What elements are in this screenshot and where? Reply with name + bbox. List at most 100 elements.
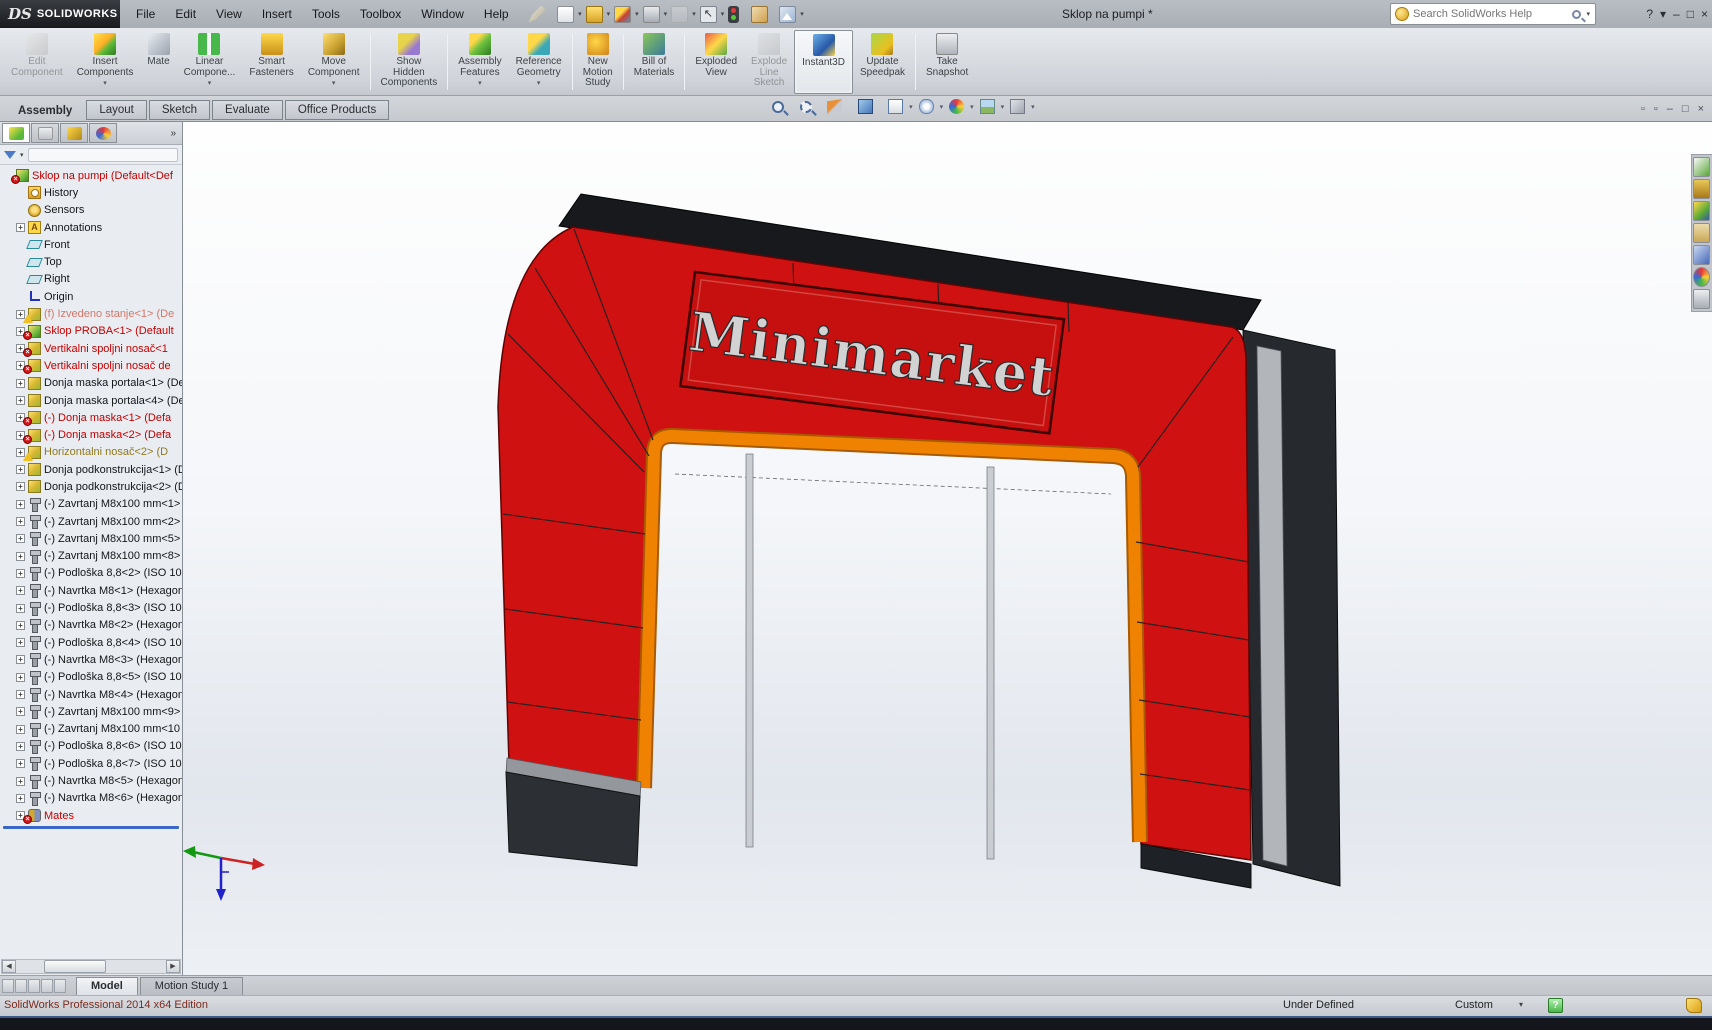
dropdown-caret-icon[interactable]: ▾ [537,79,541,87]
ribbon-button[interactable]: Assembly Features ▾ [451,30,508,94]
expand-toggle[interactable] [16,794,25,803]
expand-toggle[interactable] [16,534,25,543]
help-search-box[interactable]: ▾ [1390,3,1596,25]
doc-close-icon[interactable]: × [1698,101,1704,117]
file-explorer-icon[interactable] [1693,201,1710,221]
expand-toggle[interactable] [16,586,25,595]
tree-item[interactable]: (-) Podloška 8,8<3> (ISO 1066 [2,599,182,616]
doc-restore-icon[interactable]: □ [1682,101,1689,117]
command-tab[interactable]: Office Products [285,100,389,120]
expand-toggle[interactable] [16,759,25,768]
tree-item[interactable]: (f) Izvedeno stanje<1> (De [2,305,182,322]
rebuild-icon[interactable] [728,6,739,23]
feature-manager-tab[interactable] [31,123,59,143]
tree-item[interactable]: Donja podkonstrukcija<2> (D [2,478,182,495]
scenes-icon[interactable] [1693,267,1710,287]
hud-settings-icon[interactable] [1010,99,1025,114]
zoom-area-icon[interactable] [800,101,812,113]
tree-item[interactable]: Sensors [2,202,182,219]
menu-item[interactable]: View [206,0,252,28]
search-caret-icon[interactable]: ▾ [1586,10,1590,18]
menu-item[interactable]: File [126,0,165,28]
panel-chevron-icon[interactable]: » [170,128,180,139]
expand-toggle[interactable] [16,604,25,613]
ribbon-button[interactable]: ▾ [684,34,685,90]
tree-item[interactable]: (-) Donja maska<1> (Defa [2,409,182,426]
tree-item[interactable]: (-) Podloška 8,8<5> (ISO 1066 [2,669,182,686]
tree-item[interactable]: (-) Donja maska<2> (Defa [2,426,182,443]
tree-item[interactable]: (-) Navrtka M8<2> (Hexagon [2,617,182,634]
tree-item[interactable]: Annotations [2,219,182,236]
dropdown-caret-icon[interactable]: ▾ [1031,103,1035,111]
tree-item[interactable]: (-) Podloška 8,8<6> (ISO 1066 [2,738,182,755]
tree-item[interactable]: (-) Zavrtanj M8x100 mm<1> [2,496,182,513]
expand-toggle[interactable] [16,517,25,526]
menu-item[interactable]: Window [411,0,474,28]
command-tab[interactable]: Evaluate [212,100,283,120]
dropdown-caret-icon[interactable]: ▾ [208,79,212,87]
dropdown-caret-icon[interactable]: ▾ [970,103,974,111]
scroll-right-icon[interactable]: ▶ [166,960,180,973]
view-orientation-icon[interactable] [858,99,873,114]
display-style-icon[interactable] [888,99,903,114]
tab-nav-icon[interactable] [15,979,27,993]
expand-toggle[interactable] [16,707,25,716]
edit-appearance-icon[interactable] [949,99,964,114]
select-icon[interactable] [700,6,717,23]
tree-item[interactable]: Front [2,236,182,253]
open-icon[interactable] [586,6,603,23]
menu-item[interactable]: Edit [165,0,206,28]
unit-system-selector[interactable]: Custom [1455,999,1493,1011]
expand-toggle[interactable] [16,673,25,682]
tree-item[interactable]: Horizontalni nosač<2> (D [2,444,182,461]
ribbon-button[interactable]: Linear Compone... ▾ [177,30,243,94]
command-tab[interactable]: Layout [86,100,147,120]
tree-item[interactable]: (-) Navrtka M8<6> (Hexagon [2,790,182,807]
ribbon-button[interactable]: Instant3D ▾ [794,30,853,94]
dropdown-caret-icon[interactable]: ▾ [692,10,696,18]
dropdown-caret-icon[interactable]: ▾ [909,103,913,111]
menu-item[interactable]: Toolbox [350,0,411,28]
bottom-tab[interactable]: Motion Study 1 [140,977,243,995]
filter-funnel-icon[interactable] [4,151,16,159]
ribbon-button[interactable]: Bill of Materials ▾ [627,30,682,94]
command-tab[interactable]: Assembly [6,102,84,120]
custom-properties-icon[interactable] [1693,289,1710,309]
expand-toggle[interactable] [16,777,25,786]
menu-item[interactable]: Help [474,0,519,28]
expand-toggle[interactable] [16,500,25,509]
feature-manager-tab[interactable] [89,123,117,143]
ribbon-button[interactable]: Mate ▾ [140,30,176,94]
tree-item[interactable]: (-) Zavrtanj M8x100 mm<9> [2,703,182,720]
minimize-icon[interactable]: – [1673,0,1680,28]
sw-resources-icon[interactable] [1693,157,1710,177]
graphics-viewport[interactable]: Minimarket [183,122,1712,975]
ribbon-button[interactable]: Take Snapshot ▾ [919,30,975,94]
doc-minimize-icon[interactable]: – [1667,101,1673,117]
bottom-tab[interactable]: Model [76,977,138,995]
ribbon-button[interactable]: Reference Geometry ▾ [509,30,569,94]
quick-tips-icon[interactable]: ? [1548,998,1563,1013]
tree-item[interactable]: (-) Podloška 8,8<4> (ISO 1066 [2,634,182,651]
tree-item[interactable]: Top [2,253,182,270]
apply-scene-icon[interactable] [980,99,995,114]
tree-item[interactable]: (-) Zavrtanj M8x100 mm<2> [2,513,182,530]
tree-item[interactable]: (-) Navrtka M8<5> (Hexagon [2,772,182,789]
close-icon[interactable]: × [1701,0,1708,28]
ribbon-button[interactable]: Update Speedpak ▾ [853,30,912,94]
menu-item[interactable]: Tools [302,0,350,28]
menu-item[interactable]: Insert [252,0,302,28]
restore-icon[interactable]: □ [1687,0,1694,28]
model-canvas[interactable]: Minimarket [183,122,1711,975]
save-icon[interactable] [614,6,631,23]
print-icon[interactable] [643,6,660,23]
cascade-icon[interactable]: ▫ [1654,101,1658,117]
dropdown-caret-icon[interactable]: ▾ [478,79,482,87]
help-caret-icon[interactable]: ▾ [1660,0,1666,28]
tree-item[interactable]: Sklop PROBA<1> (Default [2,323,182,340]
expand-toggle[interactable] [16,482,25,491]
ribbon-button[interactable]: Insert Components ▾ [70,30,141,94]
tree-item[interactable]: (-) Zavrtanj M8x100 mm<10 [2,721,182,738]
ribbon-button[interactable]: New Motion Study ▾ [576,30,620,94]
tree-item[interactable]: Donja maska portala<4> (Det [2,392,182,409]
